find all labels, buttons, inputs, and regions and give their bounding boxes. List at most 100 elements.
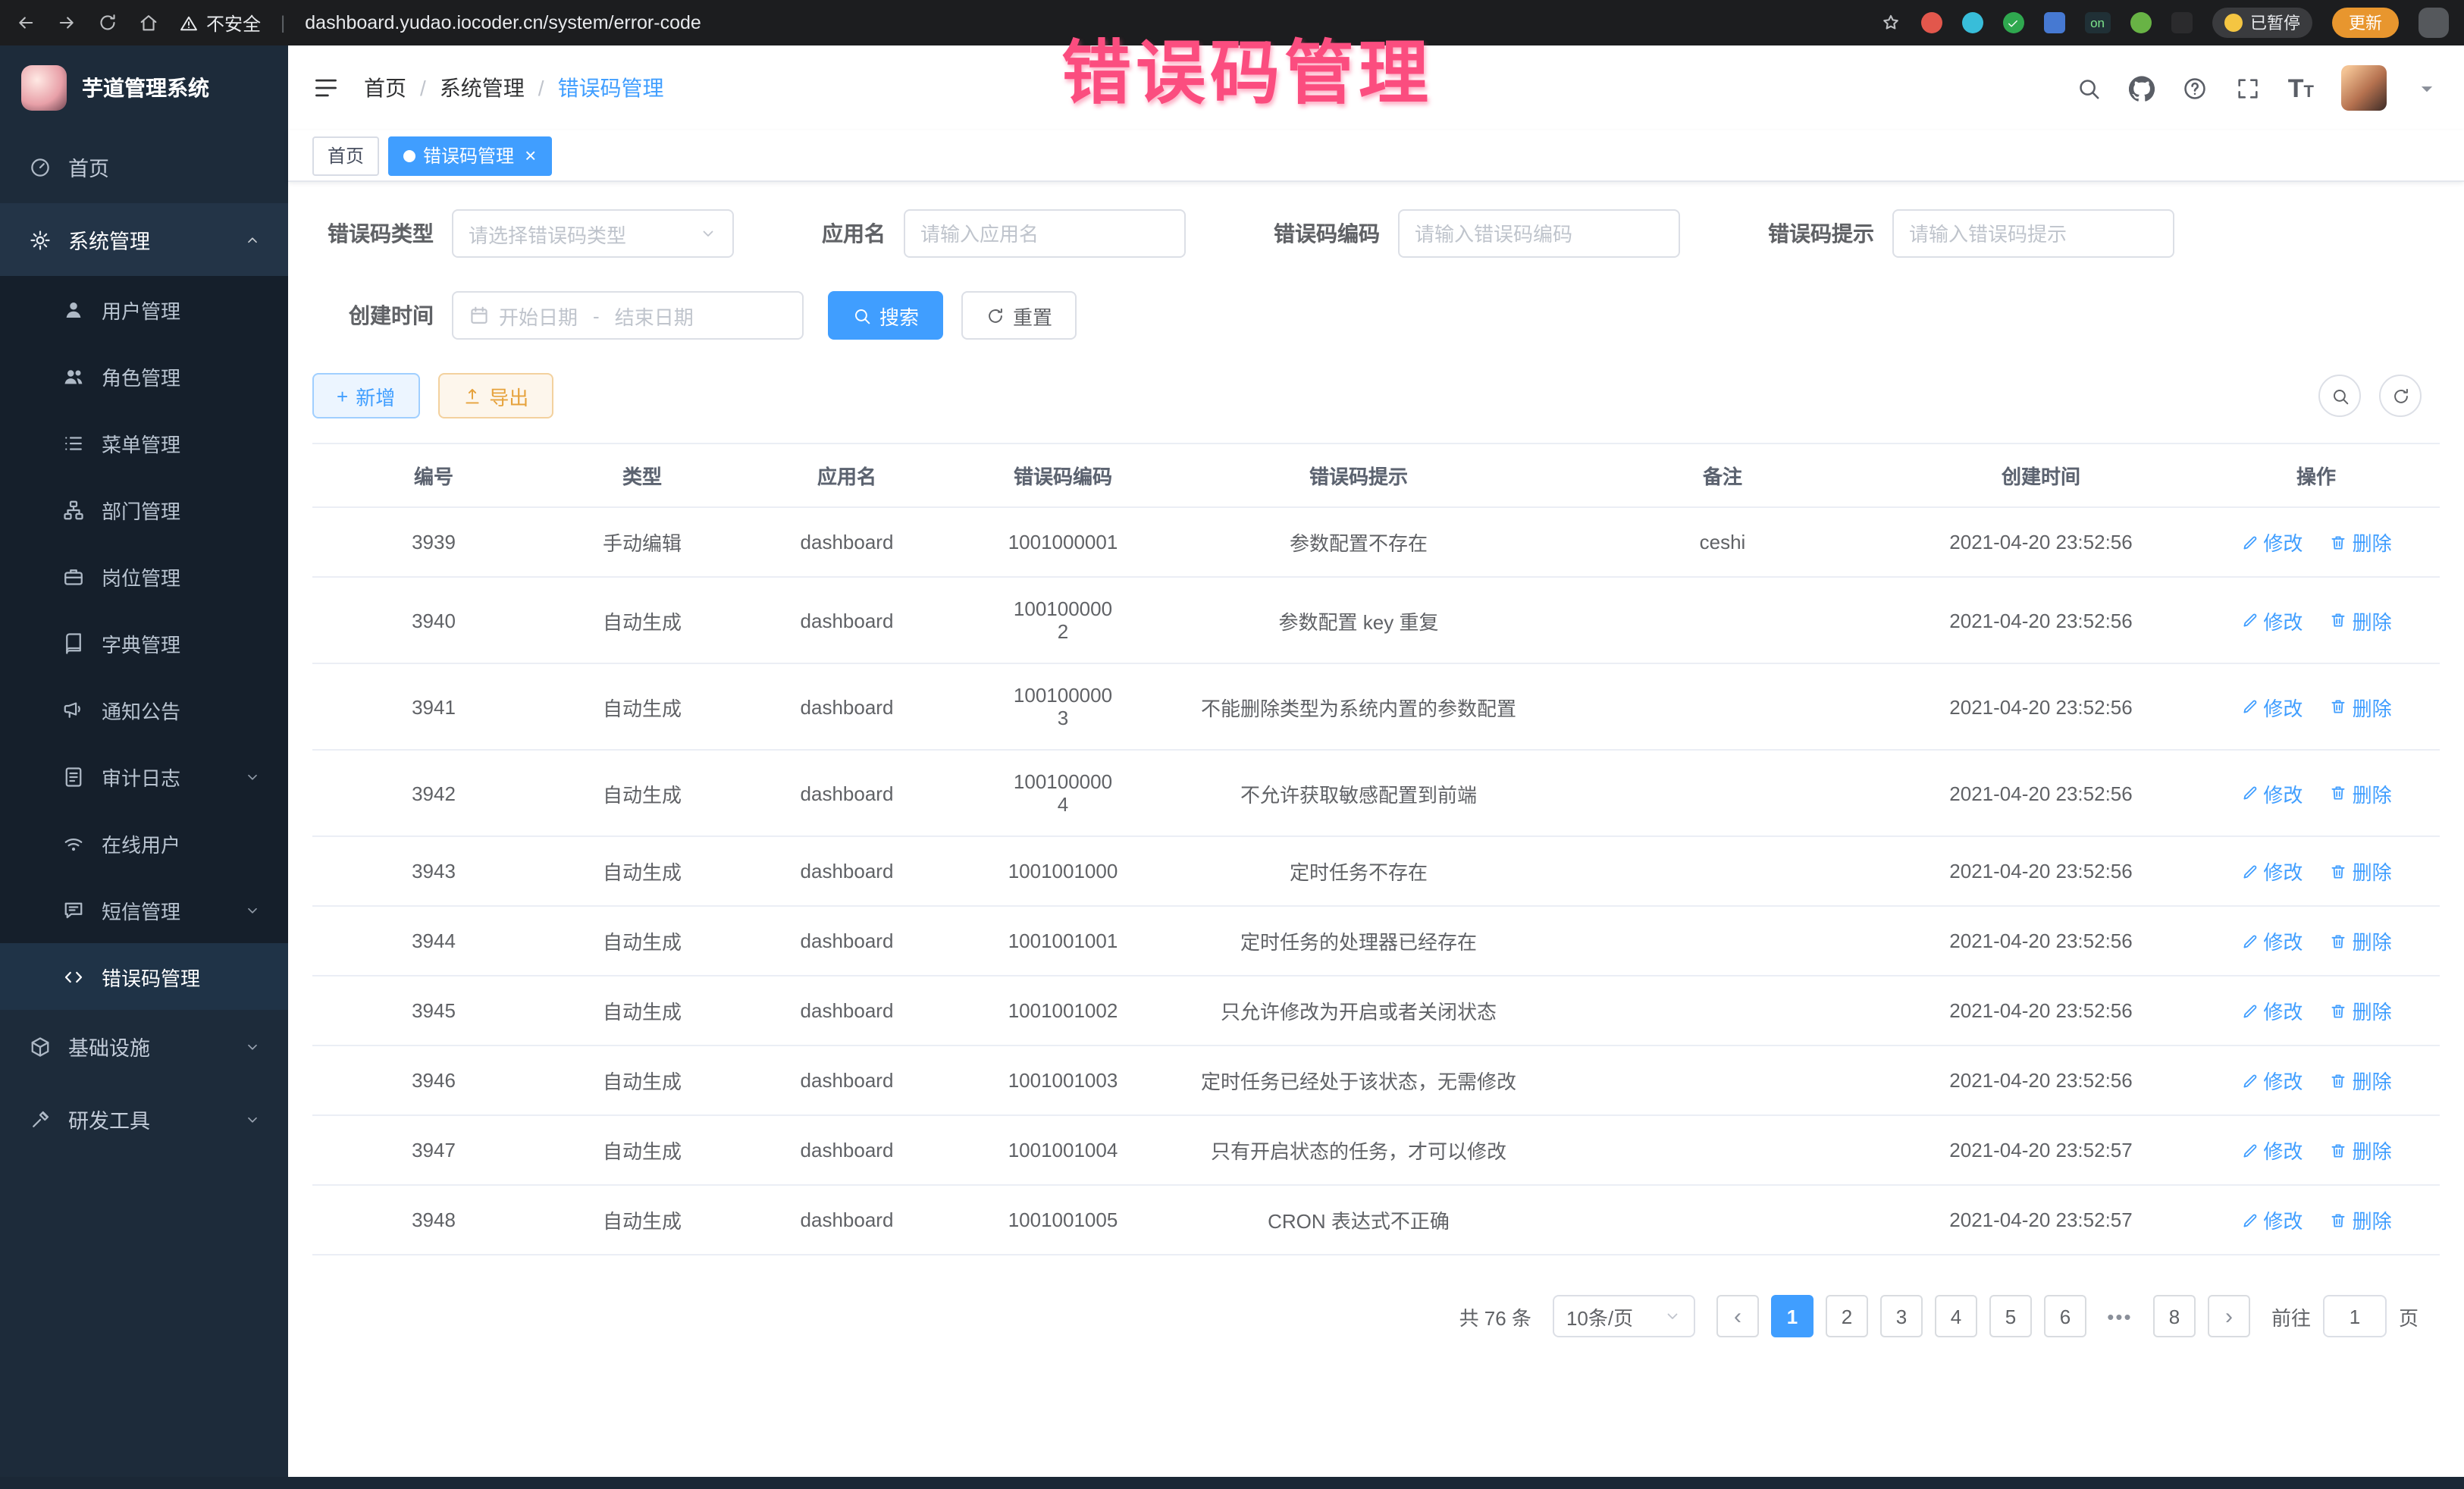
sidebar-item-home[interactable]: 首页 [0,130,288,203]
cell-time: 2021-04-20 23:52:56 [1889,906,2193,976]
forward-icon[interactable] [56,12,77,33]
sidebar-subitem-通知公告[interactable]: 通知公告 [0,676,288,743]
sidebar-subitem-部门管理[interactable]: 部门管理 [0,476,288,543]
edit-link[interactable]: 修改 [2240,692,2303,721]
error-type-select[interactable]: 请选择错误码类型 [452,209,734,258]
edit-link[interactable]: 修改 [2240,1136,2303,1165]
edit-link[interactable]: 修改 [2240,779,2303,807]
edit-link[interactable]: 修改 [2240,1066,2303,1095]
pager-page-4[interactable]: 4 [1935,1295,1977,1337]
extension-icon-leaf[interactable] [2130,12,2152,33]
filter-hint-label: 错误码提示 [1768,218,1874,249]
sidebar-subitem-错误码管理[interactable]: 错误码管理 [0,943,288,1010]
delete-link[interactable]: 删除 [2330,857,2392,886]
pager-prev-button[interactable]: ‹ [1716,1295,1759,1337]
github-icon[interactable] [2129,75,2155,101]
fullscreen-icon[interactable] [2235,75,2261,101]
address-bar[interactable]: dashboard.yudao.iocoder.cn/system/error-… [305,12,701,33]
delete-link[interactable]: 删除 [2330,779,2392,807]
sidebar-subitem-角色管理[interactable]: 角色管理 [0,343,288,409]
sidebar-item-system[interactable]: 系统管理 [0,203,288,276]
paused-badge[interactable]: 已暂停 [2212,8,2312,38]
add-button[interactable]: + 新增 [312,373,419,418]
search-button[interactable]: 搜索 [828,291,943,340]
sidebar-subitem-在线用户[interactable]: 在线用户 [0,810,288,876]
breadcrumb-home[interactable]: 首页 [364,73,406,103]
pager-more-button[interactable]: ••• [2099,1295,2141,1337]
search-icon[interactable] [2076,75,2102,101]
home-icon[interactable] [138,12,159,33]
error-hint-input[interactable] [1909,222,2158,245]
page-size-select[interactable]: 10条/页 [1553,1295,1695,1337]
export-button[interactable]: 导出 [437,373,553,418]
create-time-range-picker[interactable]: 开始日期 - 结束日期 [452,291,804,340]
delete-link[interactable]: 删除 [2330,528,2392,556]
browser-profile-icon[interactable] [2419,8,2449,38]
extension-icon-red[interactable] [1920,12,1942,33]
extension-icon-teal[interactable] [1961,12,1983,33]
cell-operations: 修改 删除 [2193,663,2440,750]
tag-error-code[interactable]: 错误码管理 × [388,136,551,175]
column-header-app: 应用名 [729,444,964,507]
refresh-table-button[interactable] [2379,375,2422,417]
back-icon[interactable] [15,12,36,33]
extensions-puzzle-icon[interactable] [2171,12,2193,33]
delete-link[interactable]: 删除 [2330,692,2392,721]
delete-link[interactable]: 删除 [2330,926,2392,955]
pager-page-3[interactable]: 3 [1880,1295,1923,1337]
extension-icon-on[interactable]: on [2084,12,2111,33]
pager-page-8[interactable]: 8 [2153,1295,2196,1337]
delete-link[interactable]: 删除 [2330,1205,2392,1234]
edit-link[interactable]: 修改 [2240,996,2303,1025]
sidebar-subitem-菜单管理[interactable]: 菜单管理 [0,409,288,476]
chevron-up-icon [244,231,261,248]
help-icon[interactable] [2182,75,2208,101]
sidebar-subitem-短信管理[interactable]: 短信管理 [0,876,288,943]
breadcrumb-system[interactable]: 系统管理 [440,73,525,103]
toggle-search-button[interactable] [2318,375,2361,417]
trash-icon [2330,1071,2348,1089]
sidebar-item-infra[interactable]: 基础设施 [0,1010,288,1083]
error-code-input[interactable] [1415,222,1663,245]
edit-link[interactable]: 修改 [2240,926,2303,955]
sidebar-subitem-审计日志[interactable]: 审计日志 [0,743,288,810]
tag-label: 错误码管理 [423,143,514,168]
reset-button[interactable]: 重置 [961,291,1077,340]
browser-update-button[interactable]: 更新 [2332,8,2399,38]
tools-icon [27,1108,53,1130]
edit-link[interactable]: 修改 [2240,857,2303,886]
caret-down-icon[interactable] [2414,75,2440,101]
app-name-input[interactable] [920,222,1169,245]
cell-time: 2021-04-20 23:52:56 [1889,976,2193,1045]
sidebar-subitem-用户管理[interactable]: 用户管理 [0,276,288,343]
tag-home[interactable]: 首页 [312,136,379,175]
logo-avatar-image [21,65,67,111]
pager-page-2[interactable]: 2 [1826,1295,1868,1337]
cell-remark [1556,663,1889,750]
user-avatar[interactable] [2341,65,2387,111]
extension-icon-green-check[interactable] [2002,12,2024,33]
edit-link[interactable]: 修改 [2240,1205,2303,1234]
sidebar-subitem-岗位管理[interactable]: 岗位管理 [0,543,288,610]
collapse-sidebar-icon[interactable] [312,74,340,102]
edit-link[interactable]: 修改 [2240,528,2303,556]
delete-link[interactable]: 删除 [2330,1136,2392,1165]
sidebar-subitem-字典管理[interactable]: 字典管理 [0,610,288,676]
delete-link[interactable]: 删除 [2330,1066,2392,1095]
sidebar-item-devtools[interactable]: 研发工具 [0,1083,288,1155]
edit-icon [2240,862,2259,880]
edit-link[interactable]: 修改 [2240,606,2303,635]
site-security[interactable]: 不安全 [179,10,261,36]
extension-icon-blue[interactable] [2043,12,2064,33]
goto-page-input[interactable] [2323,1295,2387,1337]
reload-icon[interactable] [97,12,118,33]
tag-close-icon[interactable]: × [525,146,536,165]
delete-link[interactable]: 删除 [2330,996,2392,1025]
delete-link[interactable]: 删除 [2330,606,2392,635]
font-size-icon[interactable]: TT [2288,75,2314,101]
pager-page-6[interactable]: 6 [2044,1295,2086,1337]
pager-page-1[interactable]: 1 [1771,1295,1814,1337]
pager-next-button[interactable]: › [2208,1295,2250,1337]
bookmark-star-icon[interactable] [1879,12,1901,33]
pager-page-5[interactable]: 5 [1989,1295,2032,1337]
